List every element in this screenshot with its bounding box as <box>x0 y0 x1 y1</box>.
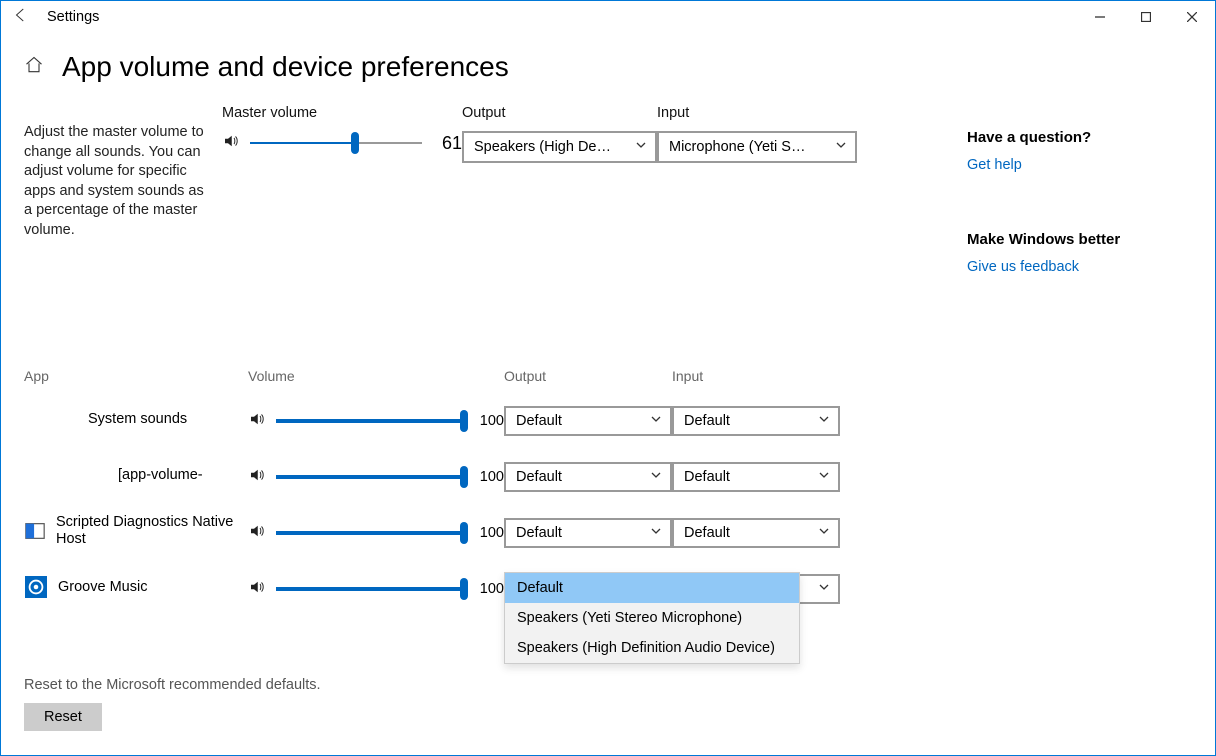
home-icon[interactable] <box>24 55 44 79</box>
chevron-down-icon <box>818 581 830 597</box>
input-label: Input <box>657 105 857 127</box>
app-volume-slider[interactable]: 100 <box>234 409 504 433</box>
app-row: [app-volume- 100 Default Default <box>24 447 1192 503</box>
app-row: Scripted Diagnostics Native Host 100 Defau… <box>24 503 1192 559</box>
feedback-heading: Make Windows better <box>967 231 1177 248</box>
app-output-value: Default <box>516 469 562 485</box>
col-volume: Volume <box>234 368 504 384</box>
settings-window: Settings App volume and device preferenc… <box>0 0 1216 756</box>
app-input-select[interactable]: Default <box>672 462 840 492</box>
app-input-select[interactable]: Default <box>672 518 840 548</box>
master-volume-label: Master volume <box>222 105 462 127</box>
app-volume-value: 100 <box>474 581 504 597</box>
dropdown-option[interactable]: Speakers (Yeti Stereo Microphone) <box>505 603 799 633</box>
page-heading: App volume and device preferences <box>1 33 1215 93</box>
app-icon <box>24 519 46 543</box>
chevron-down-icon <box>635 139 647 155</box>
speaker-icon <box>248 410 266 432</box>
back-button[interactable] <box>9 6 33 29</box>
app-output-select[interactable]: Default <box>504 518 672 548</box>
input-device-value: Microphone (Yeti S… <box>669 139 805 155</box>
output-dropdown-popup[interactable]: DefaultSpeakers (Yeti Stereo Microphone)… <box>504 572 800 664</box>
app-volume-slider[interactable]: 100 <box>234 465 504 489</box>
reset-section: Reset to the Microsoft recommended defau… <box>24 677 321 731</box>
chevron-down-icon <box>818 413 830 429</box>
app-input-value: Default <box>684 413 730 429</box>
get-help-link[interactable]: Get help <box>967 157 1022 173</box>
input-device-select[interactable]: Microphone (Yeti S… <box>657 131 857 163</box>
chevron-down-icon <box>835 139 847 155</box>
master-volume-value: 61 <box>432 133 462 154</box>
app-output-value: Default <box>516 525 562 541</box>
app-volume-value: 100 <box>474 469 504 485</box>
output-label: Output <box>462 105 657 127</box>
speaker-icon <box>248 466 266 488</box>
app-icon <box>54 407 78 431</box>
minimize-button[interactable] <box>1077 1 1123 33</box>
col-input: Input <box>672 368 840 384</box>
chevron-down-icon <box>650 525 662 541</box>
dropdown-option[interactable]: Default <box>505 573 799 603</box>
reset-button[interactable]: Reset <box>24 703 102 731</box>
app-volume-slider[interactable]: 100 <box>234 521 504 545</box>
app-name-label: Groove Music <box>58 579 147 596</box>
app-input-value: Default <box>684 469 730 485</box>
app-volume-slider[interactable]: 100 <box>234 577 504 601</box>
page-description: Adjust the master volume to change all s… <box>24 105 204 240</box>
app-list: App Volume Output Input System sounds 100… <box>24 361 1192 615</box>
chevron-down-icon <box>818 469 830 485</box>
dropdown-option[interactable]: Speakers (High Definition Audio Device) <box>505 633 799 663</box>
titlebar: Settings <box>1 1 1215 33</box>
col-app: App <box>24 368 234 384</box>
window-controls <box>1077 1 1215 33</box>
app-row: System sounds 100 Default Default <box>24 391 1192 447</box>
app-input-select[interactable]: Default <box>672 406 840 436</box>
reset-hint: Reset to the Microsoft recommended defau… <box>24 677 321 693</box>
master-volume-slider[interactable]: 61 <box>222 131 462 155</box>
chevron-down-icon <box>818 525 830 541</box>
app-name-label: [app-volume- <box>118 467 203 484</box>
speaker-icon <box>222 132 240 154</box>
app-output-select[interactable]: Default <box>504 406 672 436</box>
app-icon <box>24 575 48 599</box>
output-device-value: Speakers (High De… <box>474 139 611 155</box>
help-heading: Have a question? <box>967 129 1177 146</box>
give-feedback-link[interactable]: Give us feedback <box>967 259 1079 275</box>
output-device-select[interactable]: Speakers (High De… <box>462 131 657 163</box>
chevron-down-icon <box>650 469 662 485</box>
speaker-icon <box>248 578 266 600</box>
maximize-button[interactable] <box>1123 1 1169 33</box>
app-input-value: Default <box>684 525 730 541</box>
app-output-value: Default <box>516 413 562 429</box>
app-name: Settings <box>47 9 99 26</box>
app-icon <box>84 463 108 487</box>
app-volume-value: 100 <box>474 525 504 541</box>
page-title: App volume and device preferences <box>62 51 509 83</box>
app-output-select[interactable]: Default <box>504 462 672 492</box>
chevron-down-icon <box>650 413 662 429</box>
speaker-icon <box>248 522 266 544</box>
close-button[interactable] <box>1169 1 1215 33</box>
app-volume-value: 100 <box>474 413 504 429</box>
app-name-label: System sounds <box>88 411 187 428</box>
col-output: Output <box>504 368 672 384</box>
help-panel: Have a question? Get help Make Windows b… <box>967 129 1177 275</box>
app-name-label: Scripted Diagnostics Native Host <box>56 514 234 547</box>
